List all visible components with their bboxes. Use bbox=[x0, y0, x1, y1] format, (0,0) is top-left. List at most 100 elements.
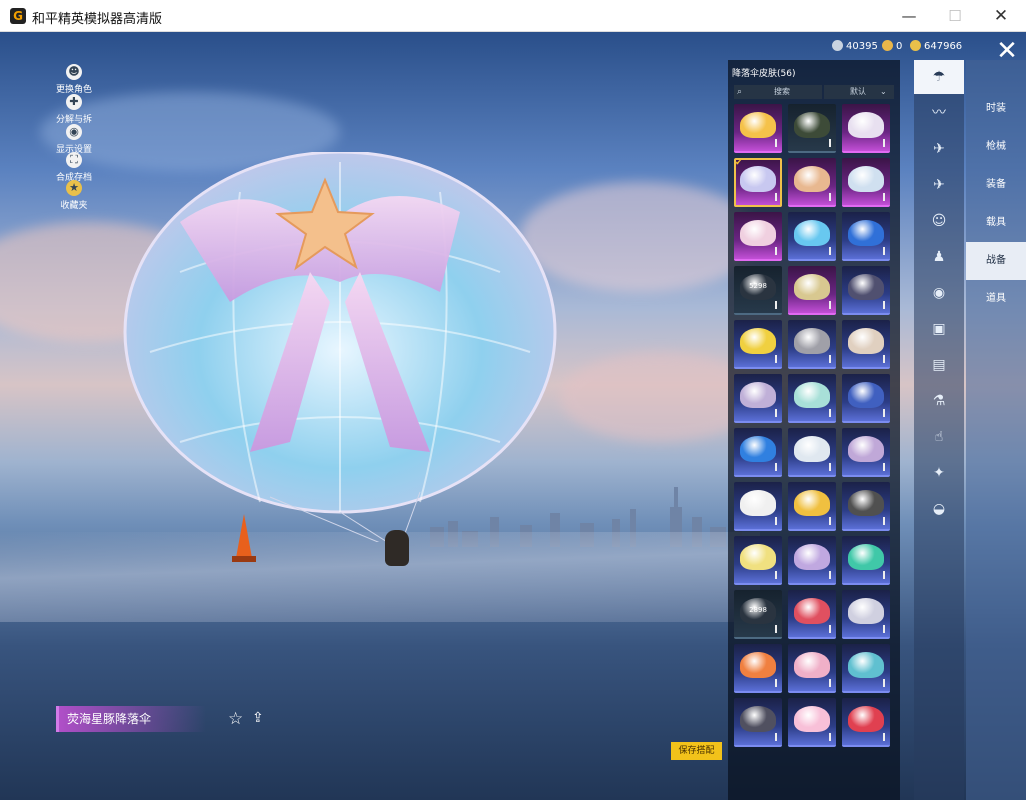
cell-marker bbox=[883, 679, 885, 687]
cell-marker bbox=[883, 625, 885, 633]
skin-cell[interactable] bbox=[734, 698, 782, 747]
cell-marker bbox=[829, 355, 831, 363]
helicopter-icon[interactable]: ✈ bbox=[914, 132, 964, 166]
skin-cell[interactable] bbox=[842, 158, 890, 207]
tool-favorites[interactable]: ★ 收藏夹 bbox=[52, 180, 96, 211]
skin-cell[interactable]: ✔ bbox=[734, 158, 782, 207]
skin-cell[interactable] bbox=[788, 698, 836, 747]
tab-3[interactable]: 载具 bbox=[966, 204, 1026, 242]
skin-cell[interactable] bbox=[842, 698, 890, 747]
skin-cell[interactable] bbox=[734, 428, 782, 477]
parachute-preview bbox=[123, 152, 557, 542]
skin-cell[interactable] bbox=[734, 212, 782, 261]
magic-icon[interactable]: ✦ bbox=[914, 456, 964, 490]
skin-cell[interactable] bbox=[842, 374, 890, 423]
skin-cell[interactable] bbox=[788, 428, 836, 477]
player-character bbox=[385, 530, 409, 566]
favorite-star-icon[interactable]: ☆ bbox=[228, 709, 243, 729]
minimize-button[interactable]: — bbox=[886, 0, 932, 32]
close-window-button[interactable]: ✕ bbox=[978, 0, 1024, 32]
cell-marker bbox=[883, 409, 885, 417]
gallery-icon[interactable]: ▤ bbox=[914, 348, 964, 382]
skin-cell[interactable] bbox=[734, 644, 782, 693]
cell-marker bbox=[775, 517, 777, 525]
skin-cell[interactable] bbox=[734, 320, 782, 369]
parachute-thumbnail bbox=[848, 328, 884, 354]
skin-cell[interactable] bbox=[788, 320, 836, 369]
cell-marker bbox=[883, 463, 885, 471]
skin-cell[interactable] bbox=[842, 644, 890, 693]
skin-cell[interactable] bbox=[788, 482, 836, 531]
parachute-thumbnail bbox=[740, 382, 776, 408]
parachute-icon[interactable]: ☂ bbox=[914, 60, 964, 94]
game-viewport: 40395 0 647966 ✕ ☻更换角色 ✚分解与拆解 ◉显示设置 ⛶合成存… bbox=[0, 32, 1026, 800]
skin-cell[interactable] bbox=[842, 536, 890, 585]
parachute-thumbnail bbox=[794, 436, 830, 462]
parachute-thumbnail bbox=[794, 274, 830, 300]
currency-silver-value: 40395 bbox=[846, 41, 878, 52]
runway bbox=[0, 532, 760, 622]
skin-cell[interactable] bbox=[842, 104, 890, 153]
tool-label: 收藏夹 bbox=[60, 201, 88, 211]
skin-cell[interactable] bbox=[788, 266, 836, 315]
skin-cell[interactable] bbox=[842, 320, 890, 369]
cell-marker bbox=[883, 517, 885, 525]
tool-display-settings[interactable]: ◉ 显示设置 bbox=[52, 124, 96, 155]
cell-marker bbox=[829, 517, 831, 525]
parachute-thumbnail bbox=[794, 220, 830, 246]
parachute-thumbnail bbox=[794, 490, 830, 516]
skin-cell[interactable] bbox=[788, 158, 836, 207]
skin-cell[interactable] bbox=[842, 428, 890, 477]
cell-marker bbox=[829, 247, 831, 255]
tool-change-character[interactable]: ☻ 更换角色 bbox=[52, 64, 96, 95]
parachute-thumbnail bbox=[740, 706, 776, 732]
skin-cell[interactable] bbox=[788, 104, 836, 153]
cell-marker bbox=[829, 571, 831, 579]
broadcast-icon[interactable]: ◉ bbox=[914, 276, 964, 310]
search-input[interactable]: ⌕ 搜索 bbox=[734, 85, 822, 99]
emote-icon[interactable]: ☺ bbox=[914, 204, 964, 238]
skin-cell[interactable] bbox=[842, 266, 890, 315]
spray-icon[interactable]: ⚗ bbox=[914, 384, 964, 418]
share-icon[interactable]: ⇪ bbox=[252, 710, 268, 726]
skin-cell[interactable] bbox=[788, 212, 836, 261]
search-icon: ⌕ bbox=[737, 87, 743, 97]
parachute-thumbnail bbox=[794, 328, 830, 354]
parachute-thumbnail bbox=[740, 490, 776, 516]
sticker-icon[interactable]: ▣ bbox=[914, 312, 964, 346]
parachute-thumbnail bbox=[794, 166, 830, 192]
tab-4[interactable]: 战备 bbox=[966, 242, 1026, 280]
tool-merge-save[interactable]: ⛶ 合成存档 bbox=[52, 152, 96, 183]
ufo-icon[interactable]: ◒ bbox=[914, 492, 964, 526]
chevron-down-icon: ⌄ bbox=[880, 87, 887, 96]
skin-cell[interactable]: 5298 bbox=[734, 266, 782, 315]
skin-cell[interactable] bbox=[788, 374, 836, 423]
skin-cell[interactable] bbox=[842, 482, 890, 531]
sort-dropdown[interactable]: 默认 ⌄ bbox=[824, 85, 894, 99]
parachute-thumbnail bbox=[848, 166, 884, 192]
cell-marker bbox=[775, 247, 777, 255]
skin-cell[interactable] bbox=[734, 374, 782, 423]
finger-icon[interactable]: ☝ bbox=[914, 420, 964, 454]
tab-2[interactable]: 装备 bbox=[966, 166, 1026, 204]
tab-1[interactable]: 枪械 bbox=[966, 128, 1026, 166]
tab-0[interactable]: 时装 bbox=[966, 90, 1026, 128]
skin-cell[interactable] bbox=[734, 104, 782, 153]
wings-icon[interactable]: 〰 bbox=[914, 96, 964, 130]
plane-icon[interactable]: ✈ bbox=[914, 168, 964, 202]
skin-cell[interactable] bbox=[788, 590, 836, 639]
tab-5[interactable]: 道具 bbox=[966, 280, 1026, 318]
silver-coin-icon bbox=[832, 40, 843, 51]
gold-coin-icon bbox=[882, 40, 893, 51]
skin-panel: 降落伞皮肤(56) ⌕ 搜索 默认 ⌄ ✔ 5298 2898 bbox=[728, 60, 900, 800]
maximize-button[interactable]: ☐ bbox=[932, 0, 978, 32]
skin-cell[interactable] bbox=[788, 644, 836, 693]
skin-cell[interactable] bbox=[734, 482, 782, 531]
skin-cell[interactable] bbox=[842, 212, 890, 261]
skin-cell[interactable]: 2898 bbox=[734, 590, 782, 639]
skin-cell[interactable] bbox=[842, 590, 890, 639]
save-outfit-button[interactable]: 保存搭配 bbox=[671, 742, 722, 760]
pet-icon[interactable]: ♟ bbox=[914, 240, 964, 274]
skin-cell[interactable] bbox=[788, 536, 836, 585]
skin-cell[interactable] bbox=[734, 536, 782, 585]
